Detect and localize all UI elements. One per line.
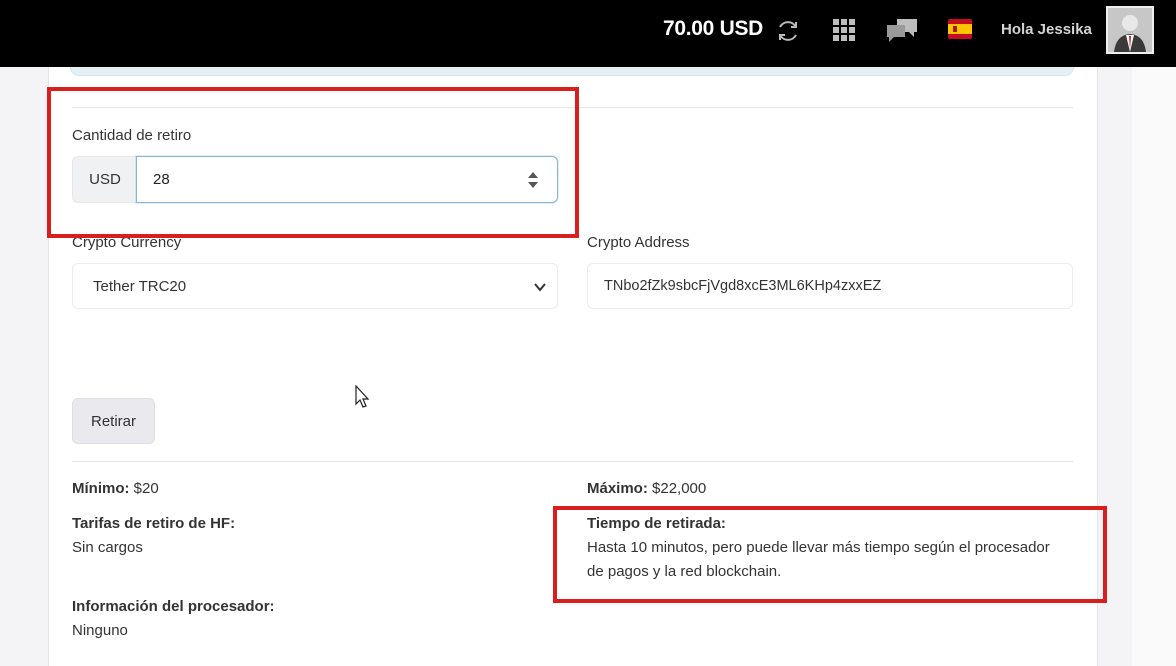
mouse-cursor-icon [355,385,370,408]
top-bar: 70.00 USD Hola Jessika [0,0,1176,67]
divider [72,461,1073,462]
crypto-currency-select[interactable]: Tether TRC20 [72,263,558,309]
chevron-down-icon [534,283,546,292]
crypto-currency-value: Tether TRC20 [93,278,187,295]
notice-banner [70,67,1074,76]
fees-value: Sin cargos [72,539,143,556]
minimum-label: Mínimo: [72,480,130,497]
chat-icon[interactable] [885,17,919,45]
maximum-label: Máximo: [587,480,648,497]
account-balance: 70.00 USD [663,17,764,40]
amount-highlight-box [47,87,579,238]
processor-value: Ninguno [72,622,128,639]
withdrawal-time-highlight-box [553,506,1107,603]
minimum-amount: Mínimo: $20 [72,477,159,501]
maximum-amount: Máximo: $22,000 [587,477,706,501]
crypto-address-input[interactable]: TNbo2fZk9sbcFjVgd8xcE3ML6KHp4zxxEZ [587,263,1073,309]
crypto-address-value: TNbo2fZk9sbcFjVgd8xcE3ML6KHp4zxxEZ [604,278,882,294]
refresh-icon[interactable] [775,18,801,44]
minimum-value: $20 [133,480,159,497]
page-gutter [1132,67,1176,666]
maximum-value: $22,000 [652,480,707,497]
fees-title: Tarifas de retiro de HF: [72,515,236,532]
crypto-address-label: Crypto Address [587,234,690,251]
withdraw-button[interactable]: Retirar [72,398,155,444]
spain-flag-icon[interactable] [948,19,972,39]
avatar[interactable] [1106,6,1154,54]
apps-grid-icon[interactable] [833,19,855,41]
user-greeting[interactable]: Hola Jessika [1001,21,1092,38]
processor-title: Información del procesador: [72,598,275,615]
